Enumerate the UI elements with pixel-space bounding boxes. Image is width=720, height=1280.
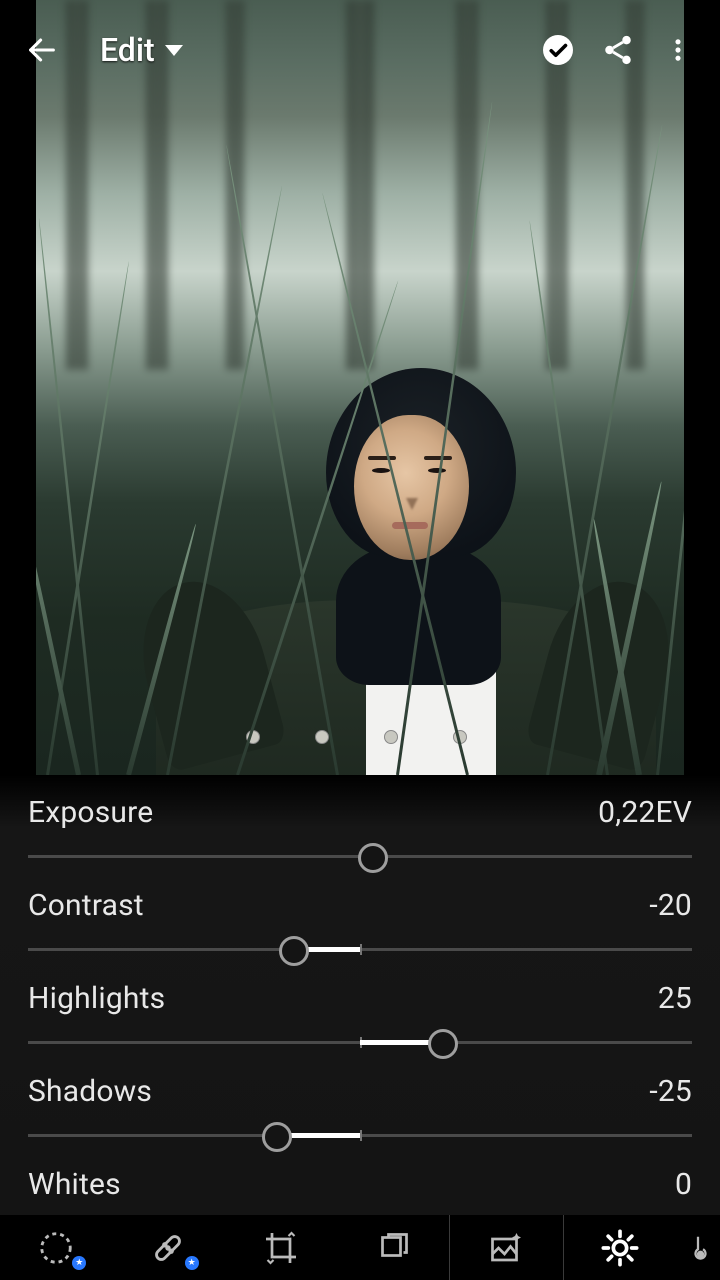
slider-track[interactable] [28,1026,692,1060]
share-button[interactable] [588,20,648,80]
slider-whites: Whites 0 [28,1167,692,1202]
slider-label: Highlights [28,981,165,1016]
more-button[interactable] [648,20,708,80]
more-vertical-icon [664,36,692,64]
slider-label: Contrast [28,888,144,923]
slider-shadows: Shadows -25 [28,1074,692,1153]
slider-highlights: Highlights 25 [28,981,692,1060]
slider-value: 0,22EV [598,795,692,830]
bottom-toolbar: ★ ★ [0,1215,720,1280]
tool-presets[interactable] [337,1215,449,1280]
back-button[interactable] [12,20,72,80]
slider-thumb[interactable] [279,936,309,966]
sun-icon [600,1228,640,1268]
slider-value: -25 [649,1074,692,1109]
tool-auto[interactable] [449,1215,563,1280]
slider-label: Whites [28,1167,121,1202]
thermometer-icon [683,1226,713,1270]
tool-healing[interactable]: ★ [112,1215,224,1280]
arrow-left-icon [25,33,59,67]
premium-badge-icon: ★ [72,1256,86,1270]
tool-selective[interactable]: ★ [0,1215,112,1280]
share-icon [601,33,635,67]
slider-value: 0 [675,1167,692,1202]
stacked-squares-icon [375,1230,411,1266]
slider-thumb[interactable] [358,843,388,873]
top-bar: Edit [0,0,720,100]
slider-value: -20 [649,888,692,923]
chevron-down-icon [165,45,183,56]
light-panel: Exposure 0,22EV Contrast -20 Highlights 25 Sha… [0,775,720,1215]
premium-badge-icon: ★ [185,1256,199,1270]
mode-dropdown[interactable]: Edit [90,31,183,69]
dashed-circle-icon [37,1229,75,1267]
slider-thumb[interactable] [262,1122,292,1152]
slider-track[interactable] [28,933,692,967]
crop-icon [263,1230,299,1266]
tool-light[interactable] [564,1215,676,1280]
mode-title: Edit [100,31,155,69]
tool-crop[interactable] [225,1215,337,1280]
image-sparkle-icon [488,1230,524,1266]
slider-label: Exposure [28,795,153,830]
slider-exposure: Exposure 0,22EV [28,795,692,874]
slider-label: Shadows [28,1074,152,1109]
slider-track[interactable] [28,840,692,874]
tool-color[interactable] [676,1215,720,1280]
slider-track[interactable] [28,1119,692,1153]
check-circle-icon [540,32,576,68]
photo-preview[interactable] [36,0,684,775]
bandage-icon [149,1229,187,1267]
slider-thumb[interactable] [428,1029,458,1059]
slider-contrast: Contrast -20 [28,888,692,967]
apply-button[interactable] [528,20,588,80]
slider-value: 25 [658,981,692,1016]
